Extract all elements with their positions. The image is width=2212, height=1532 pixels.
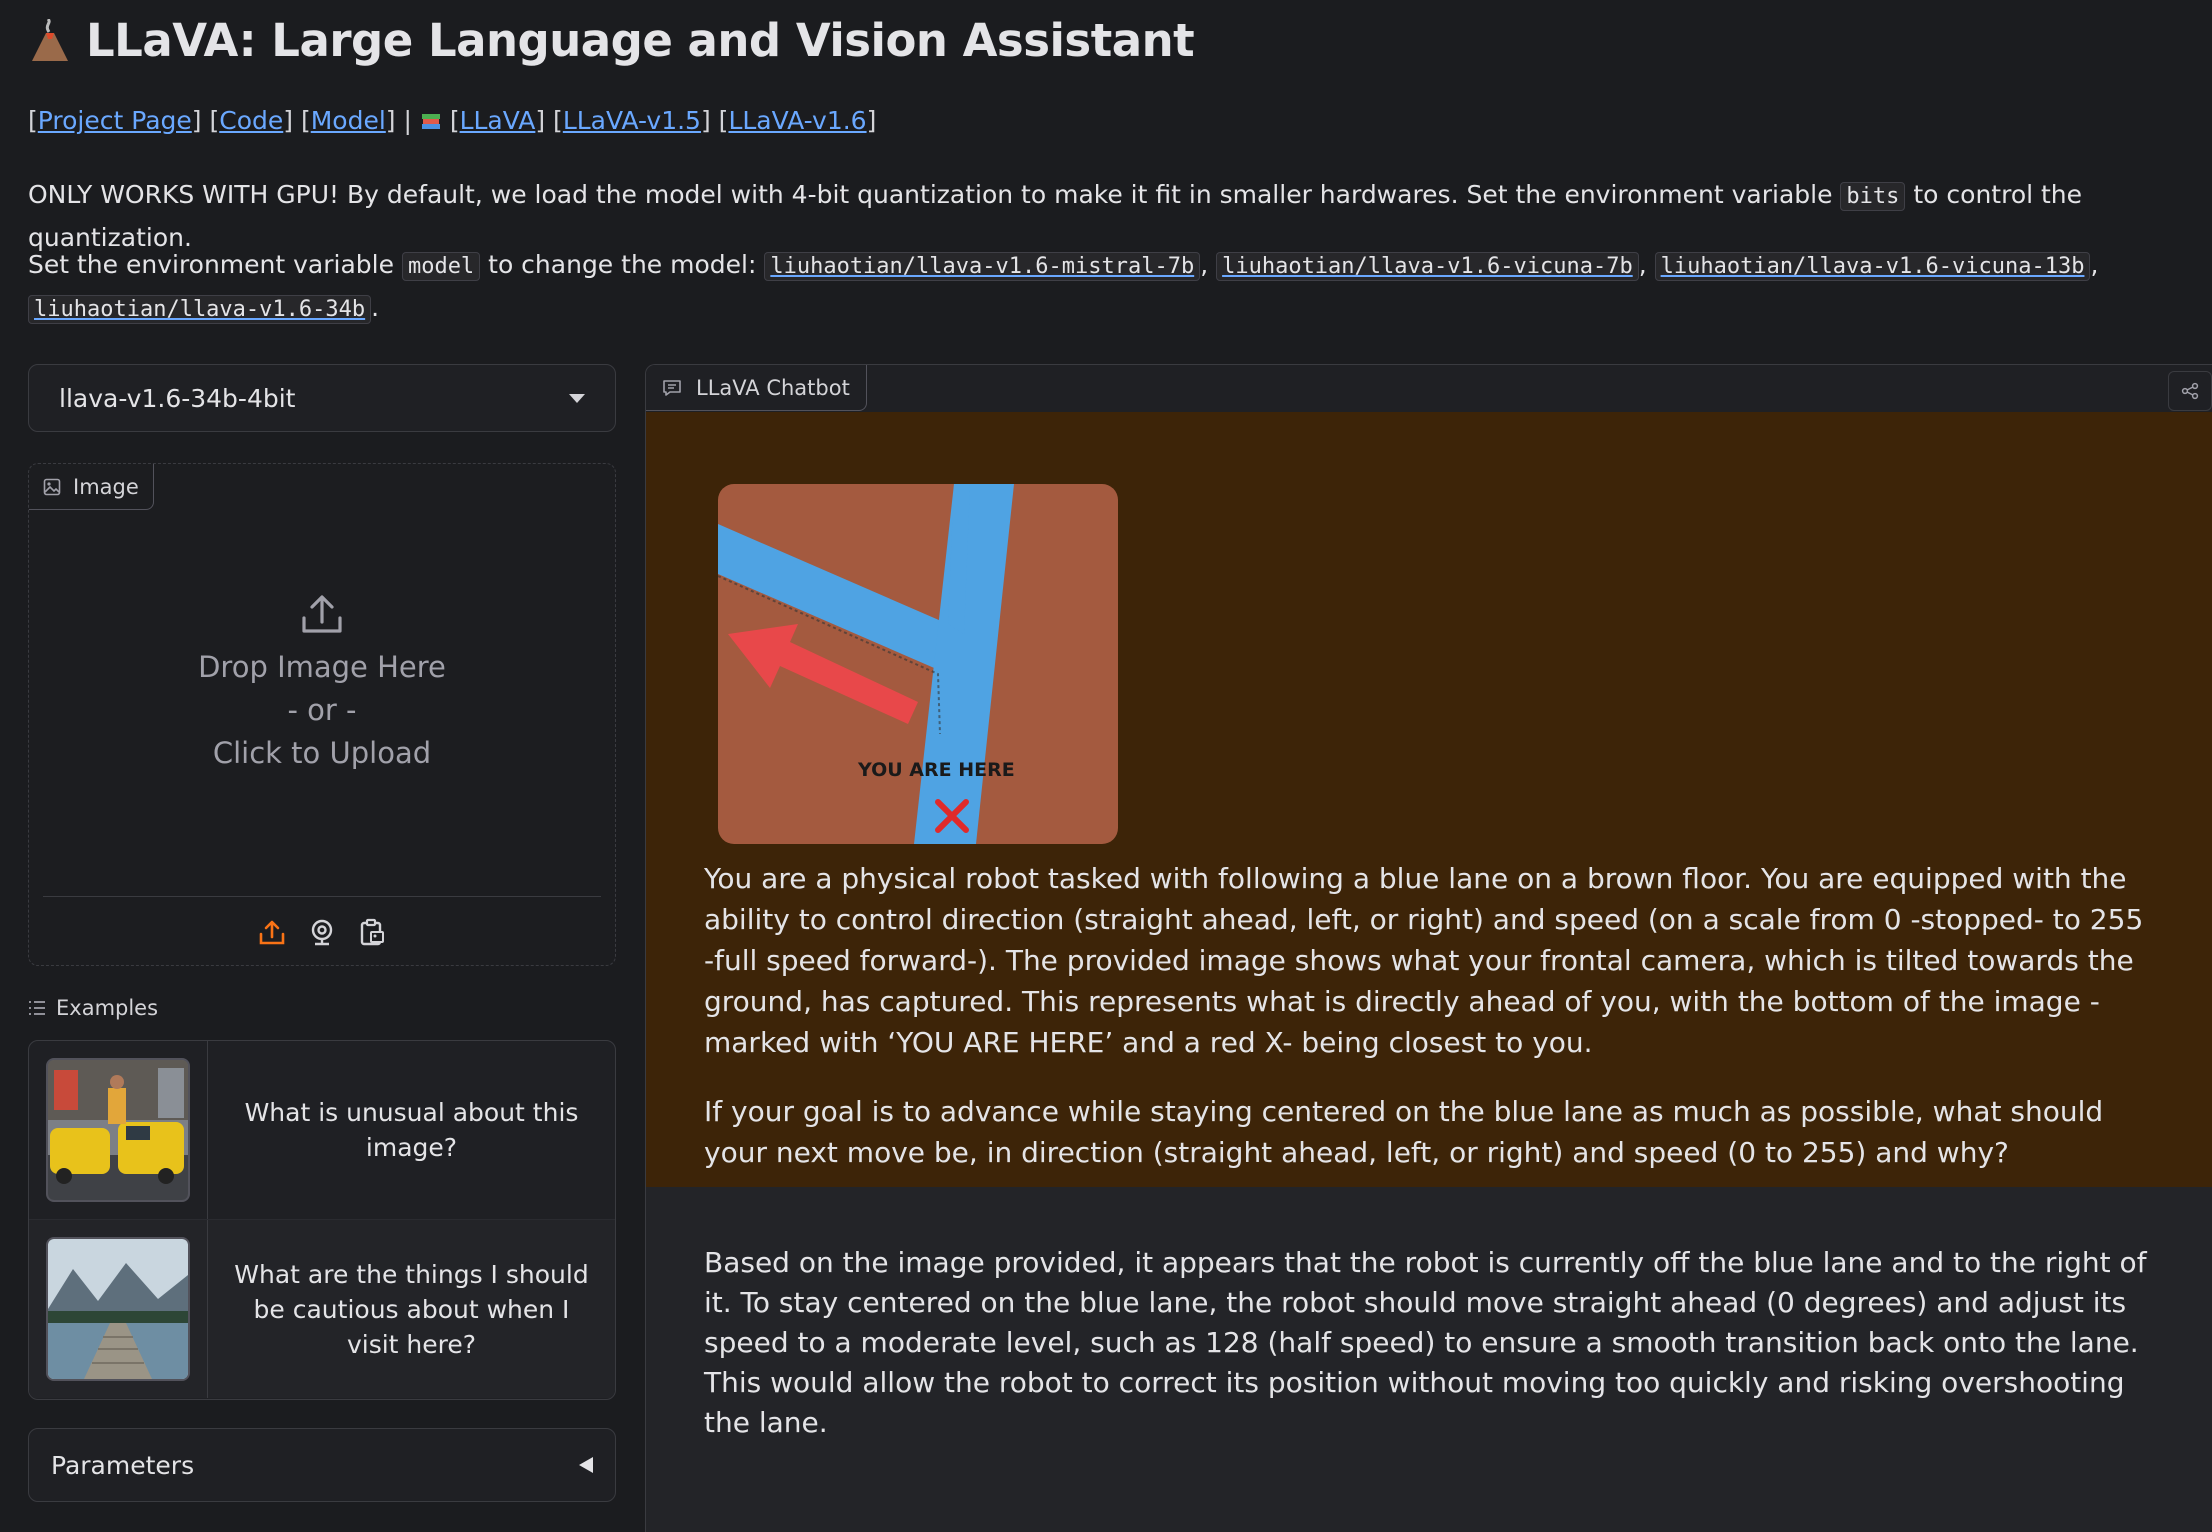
upload-source-icon[interactable] [258, 918, 286, 946]
user-message-paragraph: You are a physical robot tasked with fol… [704, 862, 2144, 1059]
chatbot-tab-text: LLaVA Chatbot [696, 375, 850, 400]
model-option-mistral-7b[interactable]: liuhaotian/llava-v1.6-mistral-7b [764, 252, 1201, 281]
example-text: What is unusual about this image? [244, 1098, 579, 1162]
examples-label-text: Examples [56, 996, 159, 1020]
model-option-vicuna-7b[interactable]: liuhaotian/llava-v1.6-vicuna-7b [1216, 252, 1639, 281]
user-message-paragraph: If your goal is to advance while staying… [704, 1095, 2104, 1169]
image-tab-label: Image [29, 464, 154, 510]
image-tab-text: Image [73, 474, 139, 499]
model-option-34b[interactable]: liuhaotian/llava-v1.6-34b [28, 295, 372, 324]
model-link[interactable]: Model [311, 106, 386, 135]
caret-down-icon [569, 393, 585, 403]
user-message-text: You are a physical robot tasked with fol… [704, 858, 2160, 1201]
llava-link[interactable]: LLaVA [460, 106, 536, 135]
page-title-text: LLaVA: Large Language and Vision Assista… [86, 14, 1195, 67]
user-message: YOU ARE HERE You are a physical robot ta… [646, 412, 2212, 1187]
bot-message-text: Based on the image provided, it appears … [704, 1246, 2147, 1439]
project-page-link[interactable]: Project Page [38, 106, 192, 135]
webcam-icon[interactable] [308, 918, 336, 946]
model-code: model [401, 252, 481, 281]
triangle-left-icon [579, 1457, 593, 1473]
image-upload-panel[interactable]: Image Drop Image Here - or - Click to Up… [28, 463, 616, 966]
volcano-icon [32, 18, 68, 61]
model-note-text: Set the environment variable [28, 250, 394, 279]
model-note-text-end: to change the model: [488, 250, 757, 279]
llava-v15-link[interactable]: LLaVA-v1.5 [563, 106, 701, 135]
parameters-label: Parameters [51, 1450, 195, 1480]
bits-code: bits [1840, 182, 1906, 211]
gpu-note-text: ONLY WORKS WITH GPU! By default, we load… [28, 180, 1833, 209]
you-are-here-text: YOU ARE HERE [857, 759, 1015, 781]
examples-label: Examples [28, 996, 158, 1020]
chatbot-tab-label: LLaVA Chatbot [646, 365, 867, 411]
share-icon [2181, 382, 2199, 400]
drop-zone[interactable]: Drop Image Here - or - Click to Upload [29, 594, 615, 775]
example-thumbnail-lake [29, 1220, 208, 1398]
link-row: [Project Page] [Code] [Model] | [LLaVA] … [28, 106, 877, 135]
clipboard-icon[interactable] [358, 918, 386, 946]
model-select[interactable]: llava-v1.6-34b-4bit [28, 364, 616, 432]
click-upload-text: Click to Upload [212, 736, 432, 770]
books-icon [421, 114, 440, 129]
drop-text: Drop Image Here [198, 650, 446, 684]
parameters-accordion[interactable]: Parameters [28, 1428, 616, 1502]
example-row[interactable]: What is unusual about this image? [29, 1041, 615, 1219]
app-root: LLaVA: Large Language and Vision Assista… [0, 0, 2212, 1532]
list-icon [29, 1001, 45, 1015]
examples-table: What is unusual about this image? What a… [28, 1040, 616, 1400]
model-note: Set the environment variable model to ch… [28, 250, 2099, 324]
upload-icon [302, 595, 342, 633]
image-icon [43, 478, 61, 495]
chatbot: LLaVA Chatbot YOU ARE HERE You are a phy… [645, 364, 2212, 1532]
model-select-value: llava-v1.6-34b-4bit [59, 383, 296, 413]
user-uploaded-image: YOU ARE HERE [718, 484, 1118, 844]
example-thumbnail-taxi [29, 1041, 208, 1219]
code-link[interactable]: Code [219, 106, 283, 135]
model-option-vicuna-13b[interactable]: liuhaotian/llava-v1.6-vicuna-13b [1654, 252, 2091, 281]
source-selector [43, 896, 601, 967]
llava-v16-link[interactable]: LLaVA-v1.6 [728, 106, 866, 135]
page-title: LLaVA: Large Language and Vision Assista… [28, 14, 1195, 67]
share-button[interactable] [2168, 371, 2212, 411]
bot-message: Based on the image provided, it appears … [646, 1187, 2212, 1532]
or-text: - or - [287, 693, 357, 727]
example-text: What are the things I should be cautious… [234, 1259, 589, 1359]
example-row[interactable]: What are the things I should be cautious… [29, 1219, 615, 1398]
chat-icon [663, 379, 681, 396]
